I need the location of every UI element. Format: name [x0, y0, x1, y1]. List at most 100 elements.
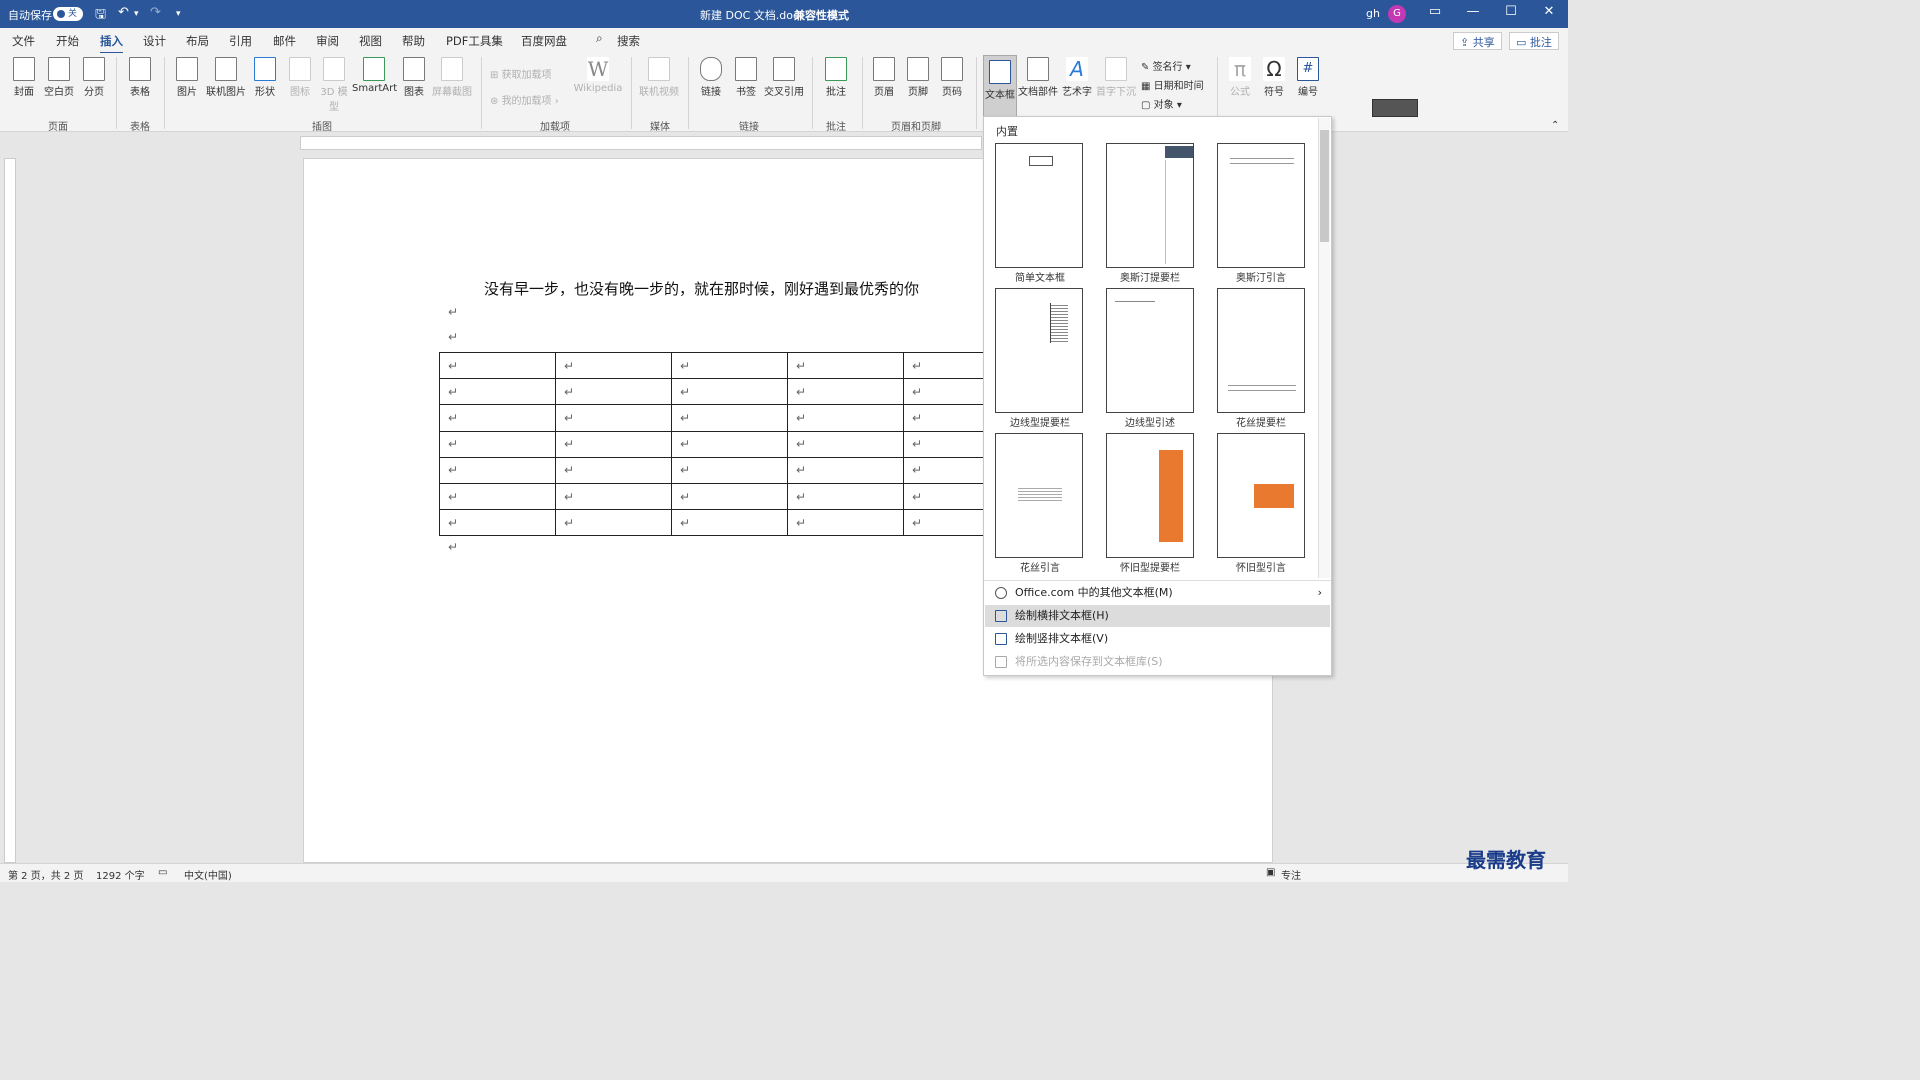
focus-label[interactable]: 专注 — [1281, 867, 1301, 882]
table-cell[interactable]: ↵ — [439, 482, 556, 511]
picture-button[interactable]: 图片 — [173, 57, 201, 98]
tab-layout[interactable]: 布局 — [186, 33, 209, 49]
table-cell[interactable]: ↵ — [439, 456, 556, 484]
header-button[interactable]: 页眉 — [870, 57, 898, 98]
comment-button[interactable]: 批注 — [822, 57, 850, 98]
table-cell[interactable]: ↵ — [439, 430, 556, 458]
table-cell[interactable]: ↵ — [555, 509, 672, 537]
table-cell[interactable]: ↵ — [671, 351, 788, 380]
document-text[interactable]: 没有早一步，也没有晚一步的，就在那时候，刚好遇到最优秀的你 — [484, 278, 919, 299]
get-addins-button[interactable]: ⊞ 获取加载项 — [490, 66, 552, 81]
proofing-icon[interactable]: ▭ — [158, 867, 167, 878]
tab-baidu-netdisk[interactable]: 百度网盘 — [521, 33, 567, 49]
table-cell[interactable]: ↵ — [439, 351, 556, 380]
scrollbar-thumb[interactable] — [1320, 130, 1329, 242]
tab-references[interactable]: 引用 — [229, 33, 252, 49]
table-cell[interactable]: ↵ — [439, 378, 556, 406]
page-count[interactable]: 第 2 页，共 2 页 — [8, 867, 83, 882]
quick-parts-button[interactable]: 文档部件 — [1018, 57, 1058, 98]
tab-insert[interactable]: 插入 — [100, 33, 123, 54]
drop-cap-button[interactable]: 首字下沉 — [1096, 57, 1136, 98]
wordart-button[interactable]: A 艺术字 — [1060, 57, 1094, 98]
table-cell[interactable]: ↵ — [787, 351, 904, 380]
vertical-ruler[interactable] — [4, 158, 16, 863]
draw-vertical-text-box-menu-item[interactable]: 绘制竖排文本框(V) — [985, 628, 1330, 650]
customize-qat-icon[interactable]: ▾ — [176, 9, 181, 19]
numbering-button[interactable]: # 编号 — [1294, 57, 1322, 98]
gallery-item-sideline-quote[interactable] — [1106, 288, 1194, 413]
horizontal-ruler[interactable] — [300, 136, 982, 150]
symbol-button[interactable]: Ω 符号 — [1260, 57, 1288, 98]
tab-design[interactable]: 设计 — [143, 33, 166, 49]
redo-icon[interactable]: ↷ — [150, 5, 161, 20]
smartart-button[interactable]: SmartArt — [352, 57, 397, 94]
cover-page-button[interactable]: 封面 — [10, 57, 38, 98]
table-cell[interactable]: ↵ — [671, 404, 788, 432]
blank-page-button[interactable]: 空白页 — [42, 57, 76, 98]
avatar[interactable]: G — [1388, 5, 1406, 23]
chart-button[interactable]: 图表 — [400, 57, 428, 98]
tab-home[interactable]: 开始 — [56, 33, 79, 49]
icons-button[interactable]: 图标 — [286, 57, 314, 98]
maximize-icon[interactable]: ☐ — [1496, 4, 1526, 19]
my-addins-button[interactable]: ⊛ 我的加载项 › — [490, 92, 559, 107]
table-cell[interactable]: ↵ — [555, 351, 672, 380]
collapse-ribbon-icon[interactable]: ⌃ — [1551, 120, 1559, 131]
gallery-item-austin-quote[interactable] — [1217, 143, 1305, 268]
table-cell[interactable]: ↵ — [787, 404, 904, 432]
gallery-item-retrospect-sidebar[interactable] — [1106, 433, 1194, 558]
table-button[interactable]: 表格 — [126, 57, 154, 98]
wikipedia-button[interactable]: W Wikipedia — [572, 57, 624, 94]
search-icon[interactable]: ⌕ — [596, 31, 603, 46]
gallery-item-austin-sidebar[interactable] — [1106, 143, 1194, 268]
table-cell[interactable]: ↵ — [555, 378, 672, 406]
link-button[interactable]: 链接 — [697, 57, 725, 98]
autosave-toggle[interactable]: 关 — [53, 7, 83, 21]
close-icon[interactable]: ✕ — [1534, 4, 1564, 19]
table-cell[interactable]: ↵ — [555, 430, 672, 458]
table-cell[interactable]: ↵ — [787, 509, 904, 537]
gallery-item-filigree-sidebar[interactable] — [1217, 288, 1305, 413]
gallery-item-retrospect-quote[interactable] — [1217, 433, 1305, 558]
more-text-boxes-menu-item[interactable]: Office.com 中的其他文本框(M) › — [985, 582, 1330, 604]
shapes-button[interactable]: 形状 — [251, 57, 279, 98]
undo-icon[interactable]: ↶ — [118, 5, 129, 20]
table-cell[interactable]: ↵ — [787, 430, 904, 458]
table-cell[interactable]: ↵ — [671, 430, 788, 458]
table-cell[interactable]: ↵ — [555, 456, 672, 484]
tab-view[interactable]: 视图 — [359, 33, 382, 49]
gallery-item-filigree-quote[interactable] — [995, 433, 1083, 558]
date-time-button[interactable]: ▦ 日期和时间 — [1141, 77, 1204, 92]
ribbon-display-icon[interactable]: ▭ — [1420, 4, 1450, 19]
tab-pdf-tools[interactable]: PDF工具集 — [446, 33, 503, 49]
text-box-button[interactable]: 文本框 — [983, 55, 1017, 117]
tab-help[interactable]: 帮助 — [402, 33, 425, 49]
language[interactable]: 中文(中国) — [184, 867, 232, 882]
bookmark-button[interactable]: 书签 — [732, 57, 760, 98]
footer-button[interactable]: 页脚 — [904, 57, 932, 98]
page-number-button[interactable]: 页码 — [938, 57, 966, 98]
gallery-item-simple-text-box[interactable] — [995, 143, 1083, 268]
table-cell[interactable]: ↵ — [439, 404, 556, 432]
save-icon[interactable]: 🖫 — [95, 5, 106, 27]
3d-models-button[interactable]: 3D 模型 — [320, 57, 348, 113]
tab-mailings[interactable]: 邮件 — [273, 33, 296, 49]
draw-horizontal-text-box-menu-item[interactable]: 绘制横排文本框(H) — [985, 605, 1330, 627]
table-cell[interactable]: ↵ — [555, 482, 672, 511]
gallery-item-sideline-sidebar[interactable] — [995, 288, 1083, 413]
table-cell[interactable]: ↵ — [787, 378, 904, 406]
sogou-ime-icon[interactable] — [1372, 99, 1418, 117]
undo-dropdown-icon[interactable]: ▾ — [134, 9, 139, 19]
table-cell[interactable]: ↵ — [671, 378, 788, 406]
page-break-button[interactable]: 分页 — [80, 57, 108, 98]
table-cell[interactable]: ↵ — [439, 509, 556, 537]
table-cell[interactable]: ↵ — [671, 482, 788, 511]
word-count[interactable]: 1292 个字 — [96, 867, 145, 882]
gallery-scrollbar[interactable] — [1318, 118, 1330, 578]
tab-review[interactable]: 审阅 — [316, 33, 339, 49]
tab-file[interactable]: 文件 — [12, 33, 35, 49]
save-to-gallery-menu-item[interactable]: 将所选内容保存到文本框库(S) — [985, 651, 1330, 673]
cross-reference-button[interactable]: 交叉引用 — [763, 57, 805, 98]
screenshot-button[interactable]: 屏幕截图 — [430, 57, 474, 98]
comments-button[interactable]: ▭ 批注 — [1509, 32, 1559, 50]
